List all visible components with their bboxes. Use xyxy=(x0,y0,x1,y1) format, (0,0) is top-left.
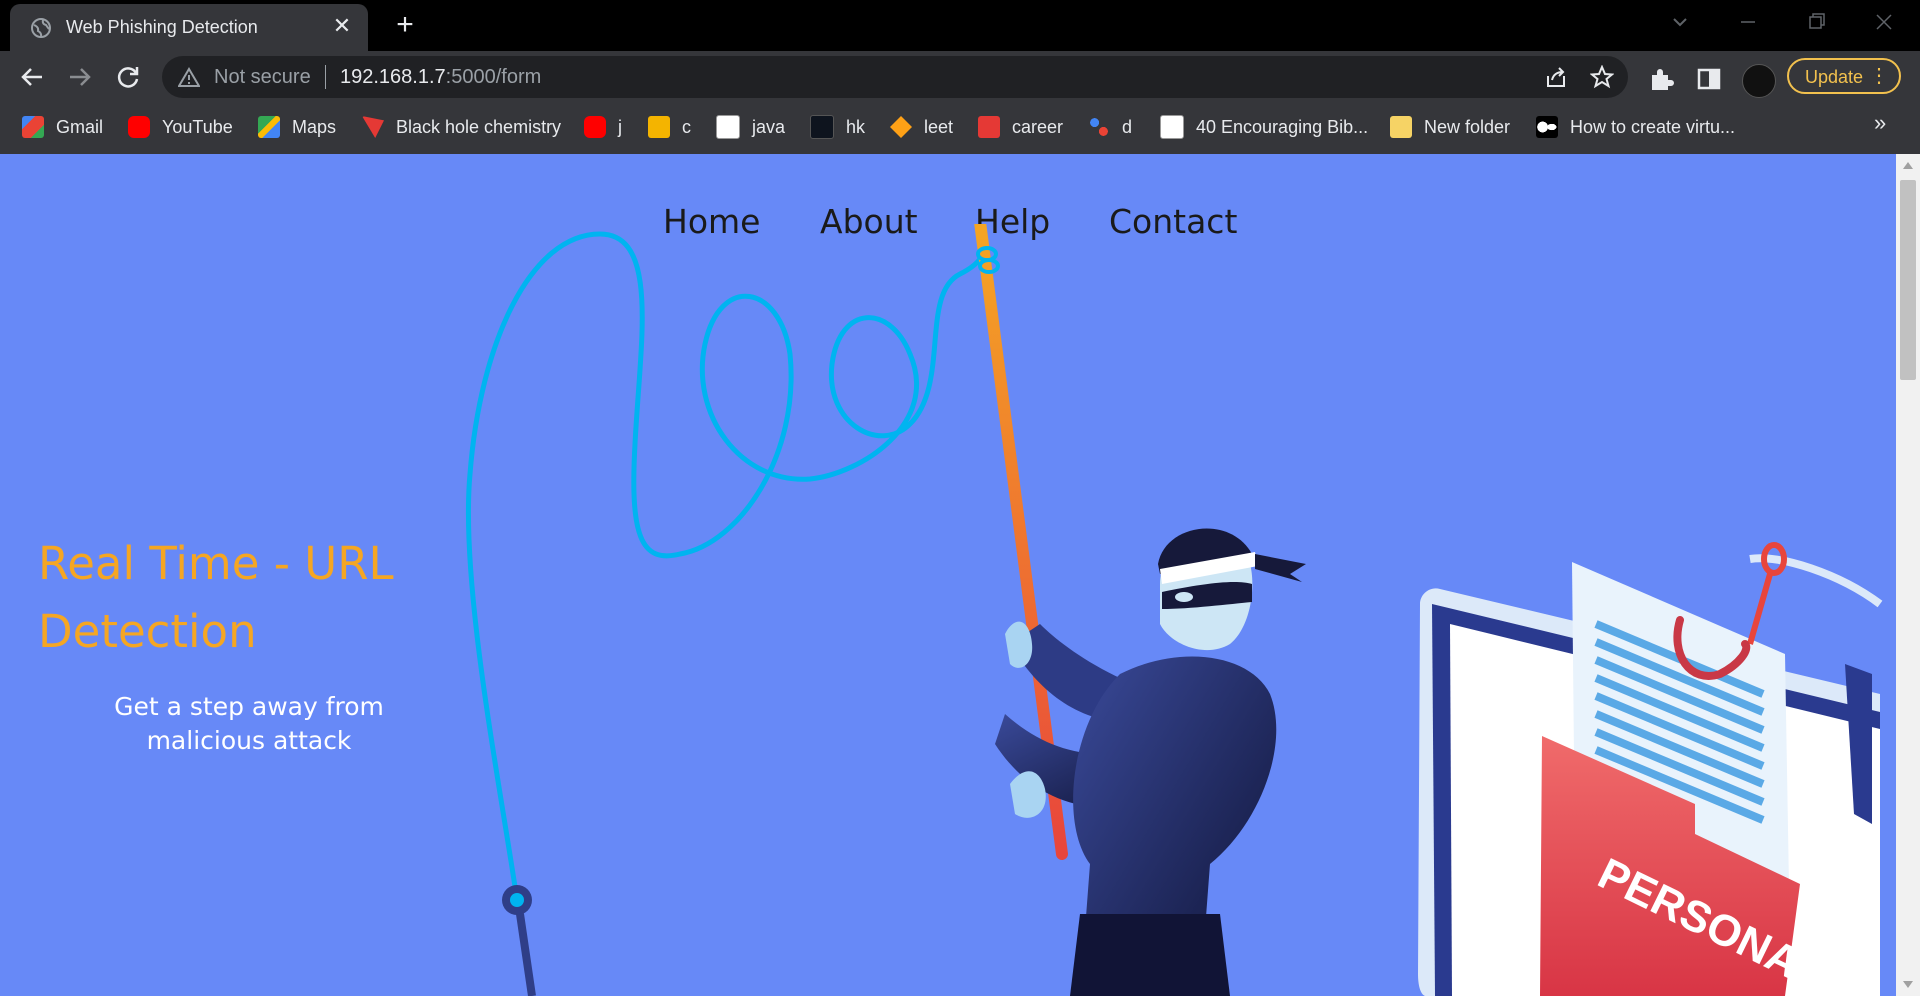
url-host: 192.168.1.7 xyxy=(340,66,446,88)
scroll-down-arrow-icon[interactable] xyxy=(1903,981,1913,988)
bookmark-item[interactable]: Gmail xyxy=(22,116,103,138)
classroom-icon xyxy=(648,116,670,138)
fishing-line xyxy=(465,231,988,996)
bookmark-item[interactable]: c xyxy=(648,116,691,138)
globe-icon xyxy=(31,18,51,38)
tab-search-icon[interactable] xyxy=(1664,10,1696,34)
gmail-icon xyxy=(22,116,44,138)
address-bar[interactable]: Not secure 192.168.1.7:5000/form xyxy=(162,56,1628,98)
scrollbar-thumb[interactable] xyxy=(1900,180,1916,380)
hero-title: Real Time - URL Detection xyxy=(38,537,394,658)
update-label: Update xyxy=(1805,67,1864,87)
maps-icon xyxy=(258,116,280,138)
side-panel-icon[interactable] xyxy=(1696,66,1722,92)
building-icon xyxy=(1160,115,1184,139)
browser-chrome: Web Phishing Detection ✕ + Not secure 19… xyxy=(0,0,1920,154)
hackerrank-icon xyxy=(810,115,834,139)
bookmark-item[interactable]: Maps xyxy=(258,116,336,138)
bookmark-item[interactable]: j xyxy=(584,116,622,138)
share-icon[interactable] xyxy=(1544,66,1568,90)
back-icon[interactable] xyxy=(18,63,46,91)
bookmark-item[interactable]: YouTube xyxy=(128,116,233,138)
update-button[interactable]: Update ⋮ xyxy=(1787,58,1901,94)
tab-title: Web Phishing Detection xyxy=(66,17,258,37)
close-tab-icon[interactable]: ✕ xyxy=(330,14,354,38)
bookmark-item[interactable]: New folder xyxy=(1390,116,1510,138)
phishing-illustration: PERSONAL xyxy=(465,224,1883,996)
youtube-icon xyxy=(128,116,150,138)
folder-icon xyxy=(1390,116,1412,138)
hero-subtitle: Get a step away from malicious attack xyxy=(114,692,384,755)
youtube-icon xyxy=(584,116,606,138)
dots-icon xyxy=(1088,116,1110,138)
careercup-icon xyxy=(978,116,1000,138)
browser-tab[interactable]: Web Phishing Detection ✕ xyxy=(10,4,368,51)
bookmark-item[interactable]: d xyxy=(1088,116,1132,138)
more-bookmarks-icon[interactable]: » xyxy=(1874,110,1886,136)
minimize-icon[interactable] xyxy=(1732,10,1764,34)
new-tab-icon[interactable]: + xyxy=(390,10,420,40)
bookmarks-bar: Gmail YouTube Maps Black hole chemistry … xyxy=(0,108,1920,144)
scroll-up-arrow-icon[interactable] xyxy=(1903,162,1913,169)
extensions-icon[interactable] xyxy=(1648,66,1674,92)
medium-icon xyxy=(1536,116,1558,138)
leetcode-icon xyxy=(890,116,912,138)
bookmark-item[interactable]: 40 Encouraging Bib... xyxy=(1160,115,1368,139)
bookmark-item[interactable]: java xyxy=(716,115,785,139)
address-separator xyxy=(325,65,326,89)
bookmark-item[interactable]: hk xyxy=(810,115,865,139)
url-path: :5000/form xyxy=(445,66,542,88)
w3schools-icon xyxy=(716,115,740,139)
more-menu-icon[interactable]: ⋮ xyxy=(1869,66,1889,86)
reload-icon[interactable] xyxy=(114,63,142,91)
restore-icon[interactable] xyxy=(1800,10,1832,34)
profile-avatar[interactable] xyxy=(1742,64,1776,98)
warning-icon[interactable] xyxy=(178,67,200,87)
not-secure-label[interactable]: Not secure xyxy=(214,66,311,89)
page-viewport: Home About Help Contact Real Time - URL … xyxy=(0,154,1896,996)
bookmark-item[interactable]: leet xyxy=(890,116,953,138)
close-window-icon[interactable] xyxy=(1868,10,1900,34)
bookmark-star-icon[interactable] xyxy=(1590,65,1614,89)
tab-strip: Web Phishing Detection ✕ + xyxy=(0,0,1920,51)
bookmark-favicon xyxy=(362,116,384,138)
forward-icon[interactable] xyxy=(66,63,94,91)
bookmark-item[interactable]: career xyxy=(978,116,1063,138)
url-text[interactable]: 192.168.1.7:5000/form xyxy=(340,66,541,89)
page-scrollbar[interactable] xyxy=(1896,154,1920,996)
bookmark-item[interactable]: How to create virtu... xyxy=(1536,116,1735,138)
bookmark-item[interactable]: Black hole chemistry xyxy=(362,116,561,138)
hacker-figure xyxy=(995,528,1306,996)
